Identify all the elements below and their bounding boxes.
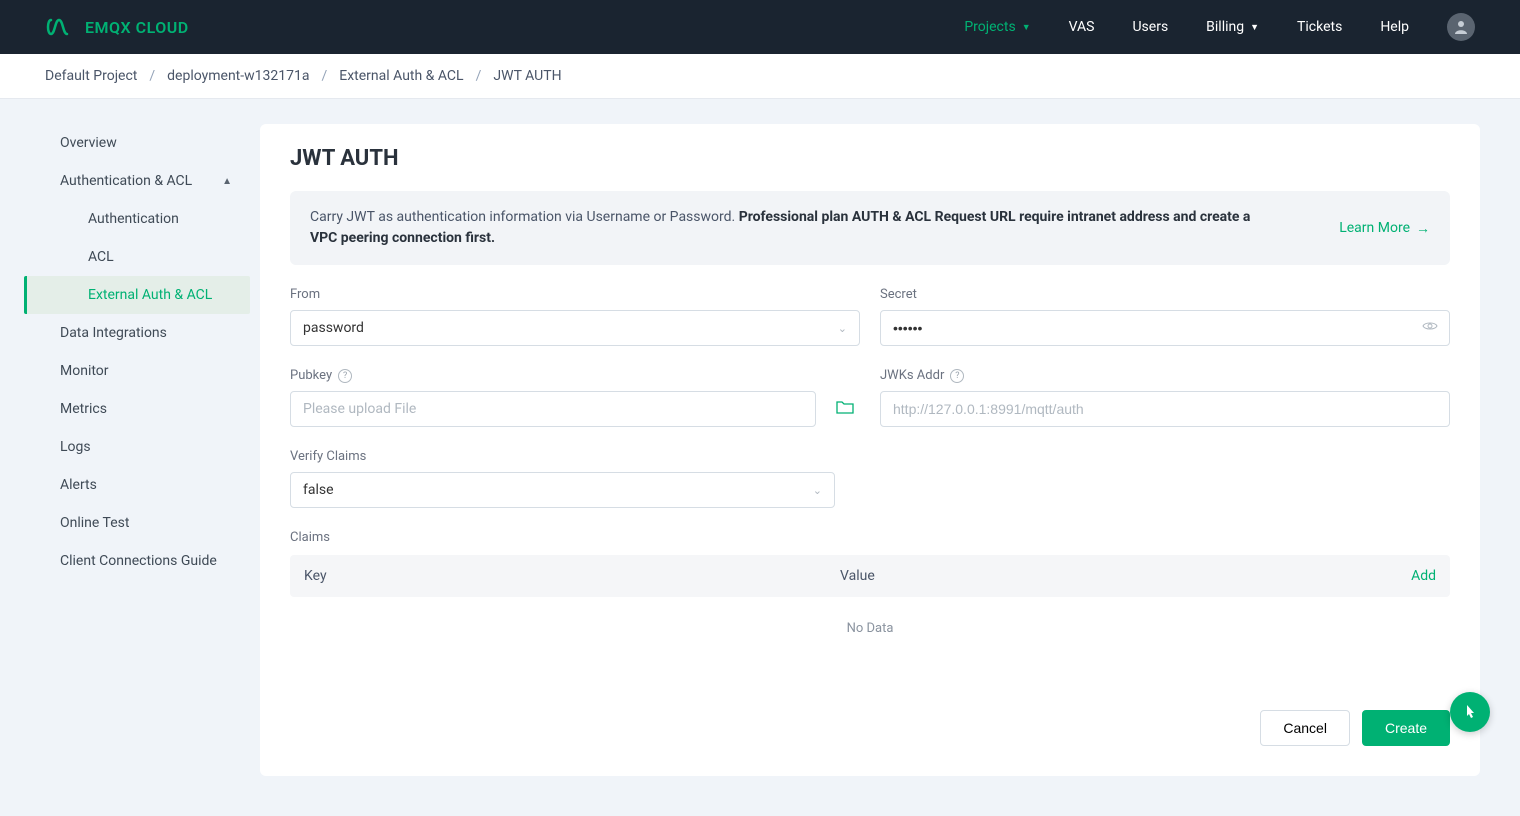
sidebar-authentication[interactable]: Authentication <box>12 200 250 238</box>
brand-logo[interactable]: EMQX CLOUD <box>45 17 189 37</box>
claims-table-header: Key Value Add <box>290 555 1450 597</box>
sidebar-conn-guide[interactable]: Client Connections Guide <box>12 542 250 580</box>
no-data-text: No Data <box>290 597 1450 660</box>
pubkey-input[interactable]: Please upload File <box>290 391 816 427</box>
sidebar-metrics[interactable]: Metrics <box>12 390 250 428</box>
cancel-button[interactable]: Cancel <box>1260 710 1350 746</box>
verify-claims-select[interactable]: false ⌄ <box>290 472 835 508</box>
help-icon[interactable]: ? <box>338 369 352 383</box>
create-button[interactable]: Create <box>1362 710 1450 746</box>
help-icon[interactable]: ? <box>950 369 964 383</box>
sidebar-online-test[interactable]: Online Test <box>12 504 250 542</box>
chevron-down-icon: ▼ <box>1022 22 1031 33</box>
crumb-deployment[interactable]: deployment-w132171a <box>167 68 309 84</box>
brand-name: EMQX CLOUD <box>85 18 189 37</box>
info-banner: Carry JWT as authentication information … <box>290 191 1450 265</box>
sidebar-monitor[interactable]: Monitor <box>12 352 250 390</box>
chevron-down-icon: ⌄ <box>813 484 822 497</box>
secret-input[interactable] <box>880 310 1450 346</box>
claims-key-col: Key <box>304 568 840 584</box>
crumb-external-auth[interactable]: External Auth & ACL <box>339 68 463 84</box>
sidebar-external-auth[interactable]: External Auth & ACL <box>24 276 250 314</box>
sidebar-auth-acl[interactable]: Authentication & ACL ▲ <box>12 162 250 200</box>
help-fab[interactable] <box>1450 692 1490 732</box>
sidebar: Overview Authentication & ACL ▲ Authenti… <box>0 99 260 816</box>
nav-projects[interactable]: Projects ▼ <box>964 19 1030 35</box>
jwks-label: JWKs Addr <box>880 368 944 383</box>
folder-icon[interactable] <box>830 393 860 425</box>
learn-more-link[interactable]: Learn More → <box>1339 220 1430 237</box>
jwks-input[interactable] <box>880 391 1450 427</box>
arrow-right-icon: → <box>1416 220 1430 237</box>
chevron-down-icon: ⌄ <box>838 322 847 335</box>
secret-label: Secret <box>880 287 1450 302</box>
top-nav: EMQX CLOUD Projects ▼ VAS Users Billing … <box>0 0 1520 54</box>
user-icon <box>1452 18 1470 36</box>
claims-label: Claims <box>290 530 1450 545</box>
pubkey-label: Pubkey <box>290 368 332 383</box>
sidebar-overview[interactable]: Overview <box>12 124 250 162</box>
nav-billing[interactable]: Billing ▼ <box>1206 19 1259 35</box>
main-panel: JWT AUTH Carry JWT as authentication inf… <box>260 124 1480 776</box>
crumb-project[interactable]: Default Project <box>45 68 137 84</box>
from-select[interactable]: password ⌄ <box>290 310 860 346</box>
nav-tickets[interactable]: Tickets <box>1297 19 1342 35</box>
sidebar-alerts[interactable]: Alerts <box>12 466 250 504</box>
from-label: From <box>290 287 860 302</box>
chevron-up-icon: ▲ <box>222 176 232 187</box>
pointer-icon <box>1460 702 1480 722</box>
logo-icon <box>45 17 75 37</box>
chevron-down-icon: ▼ <box>1250 22 1259 33</box>
breadcrumb: Default Project / deployment-w132171a / … <box>0 54 1520 99</box>
add-claim-button[interactable]: Add <box>1376 568 1436 584</box>
claims-value-col: Value <box>840 568 1376 584</box>
nav-help[interactable]: Help <box>1380 19 1409 35</box>
eye-icon[interactable] <box>1422 318 1438 338</box>
sidebar-data-integrations[interactable]: Data Integrations <box>12 314 250 352</box>
nav-vas[interactable]: VAS <box>1069 19 1095 35</box>
page-title: JWT AUTH <box>290 146 1450 171</box>
nav-users[interactable]: Users <box>1132 19 1168 35</box>
crumb-jwt: JWT AUTH <box>493 68 561 84</box>
sidebar-acl[interactable]: ACL <box>12 238 250 276</box>
avatar[interactable] <box>1447 13 1475 41</box>
sidebar-logs[interactable]: Logs <box>12 428 250 466</box>
verify-claims-label: Verify Claims <box>290 449 1450 464</box>
